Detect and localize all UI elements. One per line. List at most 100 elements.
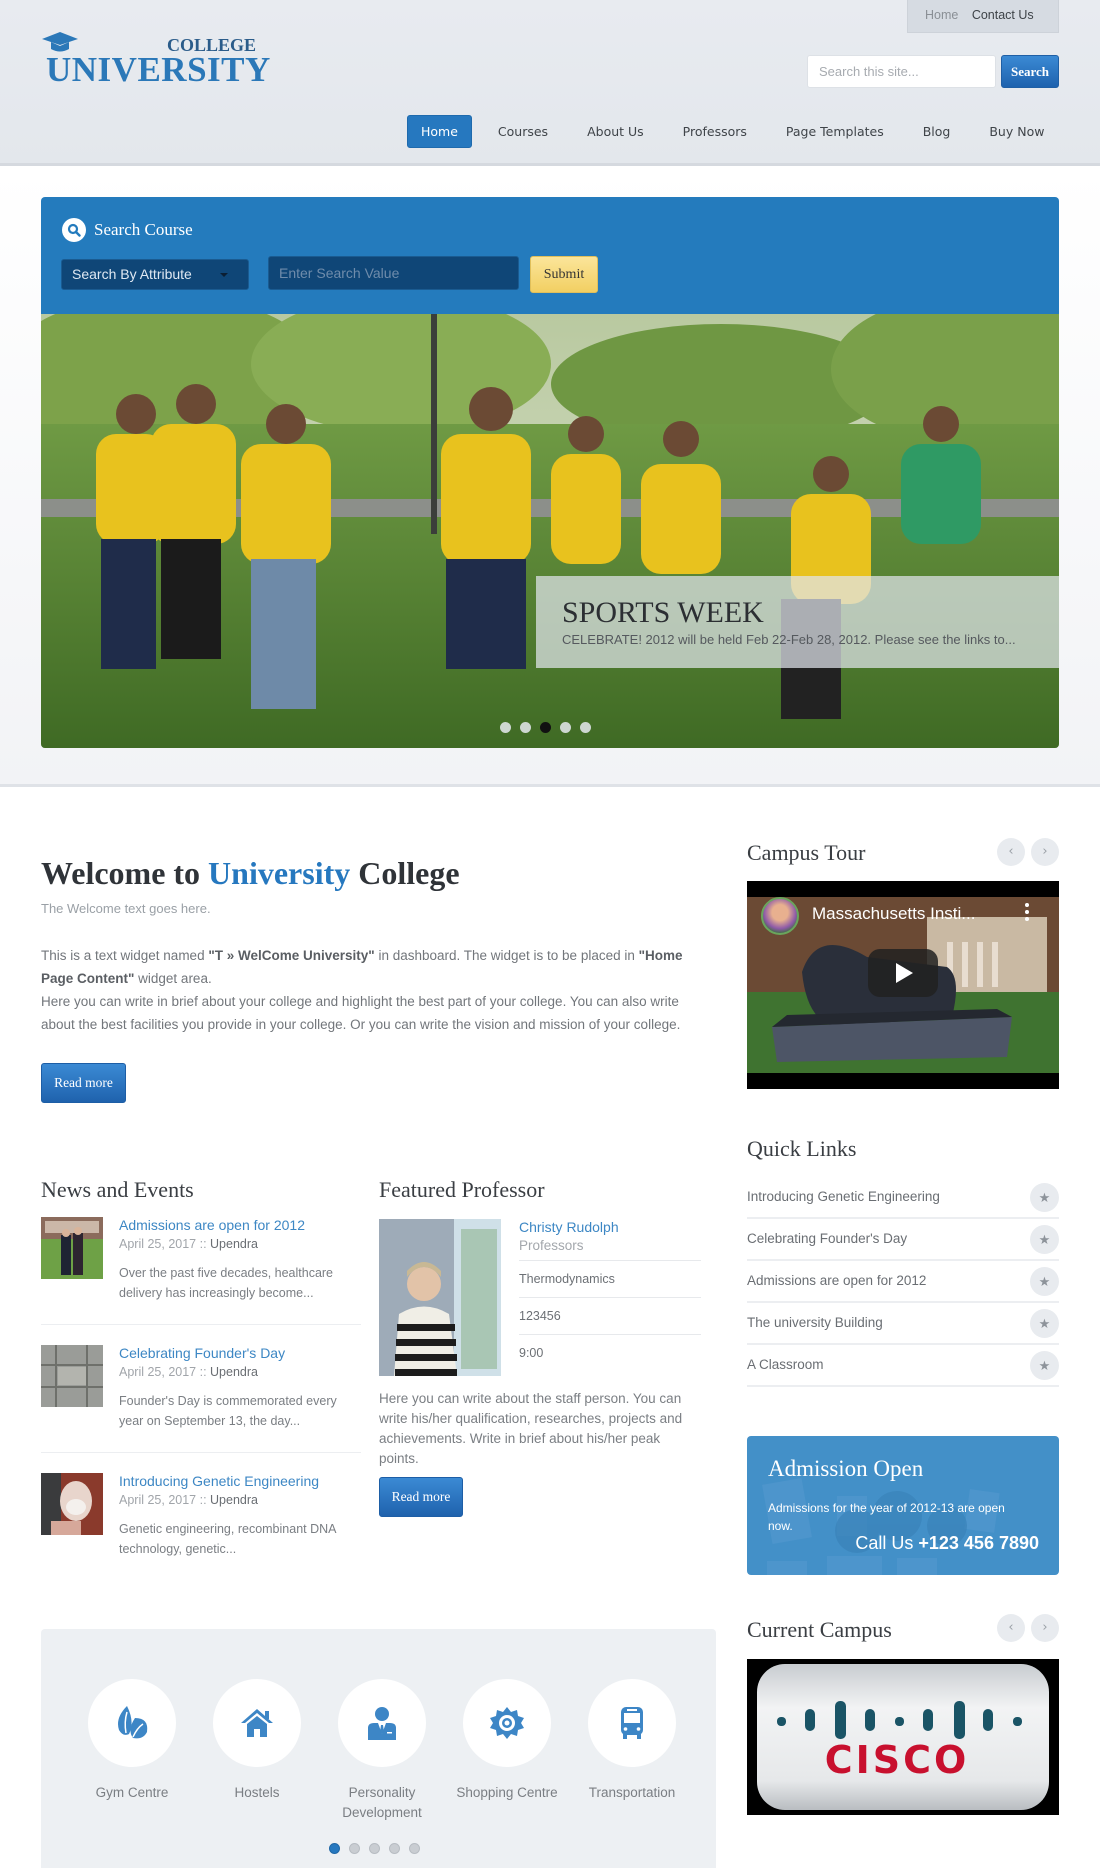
video-title[interactable]: Massachusetts Insti... — [812, 904, 975, 924]
slide-caption-title: SPORTS WEEK — [562, 596, 764, 629]
news-thumbnail[interactable] — [41, 1345, 103, 1407]
course-search-title: Search Course — [94, 220, 193, 239]
quick-link-item[interactable]: Admissions are open for 2012 ★ — [747, 1261, 1059, 1303]
logo-university-text: UNIVERSITY — [46, 50, 271, 89]
top-link-contact-us[interactable]: Contact Us — [972, 8, 1034, 22]
professor-time: 9:00 — [519, 1334, 701, 1371]
news-item-author[interactable]: Upendra — [210, 1237, 258, 1251]
facility-label: Personality Development — [342, 1785, 422, 1820]
campus-tour-nav: ‹ › — [991, 838, 1059, 866]
news-item-date: April 25, 2017 :: — [119, 1493, 211, 1507]
campus-tour-video[interactable]: Massachusetts Insti... — [747, 881, 1059, 1089]
professor-name[interactable]: Christy Rudolph — [519, 1219, 619, 1235]
admission-banner[interactable]: Admission Open Admissions for the year o… — [747, 1436, 1059, 1575]
news-item-author[interactable]: Upendra — [210, 1493, 258, 1507]
quick-link-label[interactable]: Admissions are open for 2012 — [747, 1273, 926, 1288]
site-search-input[interactable] — [807, 55, 996, 88]
welcome-text: widget area. — [134, 971, 212, 986]
nav-page-templates[interactable]: Page Templates — [773, 115, 897, 148]
news-item-title[interactable]: Celebrating Founder's Day — [119, 1345, 285, 1361]
facilities-dot[interactable] — [369, 1843, 380, 1854]
businessman-icon — [368, 1707, 396, 1740]
nav-buy-now[interactable]: Buy Now — [976, 115, 1057, 148]
quick-link-item[interactable]: Introducing Genetic Engineering ★ — [747, 1177, 1059, 1219]
facilities-dot[interactable] — [349, 1843, 360, 1854]
site-search: Search — [807, 55, 1059, 88]
quick-link-item[interactable]: The university Building ★ — [747, 1303, 1059, 1345]
slider-dot-active[interactable] — [540, 722, 551, 733]
divider — [41, 1324, 361, 1325]
slider-dot[interactable] — [500, 722, 511, 733]
admission-phone[interactable]: +123 456 7890 — [918, 1533, 1039, 1553]
welcome-title-post: College — [350, 855, 460, 891]
facilities-dot[interactable] — [409, 1843, 420, 1854]
more-vertical-icon[interactable] — [1025, 903, 1029, 924]
facility-label: Transportation — [588, 1785, 676, 1800]
facilities-dot[interactable] — [389, 1843, 400, 1854]
facility-item[interactable]: Transportation — [572, 1679, 692, 1803]
search-attribute-value: Search By Attribute — [72, 266, 192, 282]
current-campus-image[interactable]: CISCO — [747, 1659, 1059, 1815]
channel-avatar[interactable] — [761, 897, 799, 935]
star-icon: ★ — [1030, 1351, 1059, 1380]
slider-pagination — [500, 722, 600, 733]
slide-caption[interactable]: SPORTS WEEK CELEBRATE! 2012 will be held… — [536, 576, 1059, 668]
news-item-title[interactable]: Admissions are open for 2012 — [119, 1217, 305, 1233]
facility-item[interactable]: Personality Development — [322, 1679, 442, 1823]
chevron-left-icon[interactable]: ‹ — [997, 1614, 1025, 1642]
welcome-read-more-button[interactable]: Read more — [41, 1063, 126, 1103]
facility-item[interactable]: Gym Centre — [72, 1679, 192, 1803]
search-attribute-select[interactable]: Search By Attribute — [61, 259, 249, 290]
welcome-text: This is a text widget named — [41, 948, 209, 963]
top-links: Home Contact Us — [907, 0, 1059, 33]
quick-link-label[interactable]: A Classroom — [747, 1357, 824, 1372]
chevron-right-icon[interactable]: › — [1031, 838, 1059, 866]
slider-dot[interactable] — [520, 722, 531, 733]
welcome-subtitle: The Welcome text goes here. — [41, 901, 211, 916]
play-icon[interactable] — [868, 949, 938, 997]
divider — [41, 1452, 361, 1453]
quick-link-label[interactable]: Celebrating Founder's Day — [747, 1231, 907, 1246]
chevron-right-icon[interactable]: › — [1031, 1614, 1059, 1642]
nav-professors[interactable]: Professors — [670, 115, 760, 148]
quick-link-label[interactable]: Introducing Genetic Engineering — [747, 1189, 940, 1204]
slider-dot[interactable] — [560, 722, 571, 733]
sun-gear-icon — [490, 1707, 524, 1739]
top-link-home[interactable]: Home — [925, 8, 958, 22]
news-thumbnail[interactable] — [41, 1217, 103, 1279]
facility-icon-circle — [338, 1679, 426, 1767]
professor-read-more-button[interactable]: Read more — [379, 1477, 463, 1517]
facilities-dot-active[interactable] — [329, 1843, 340, 1854]
site-search-button[interactable]: Search — [1001, 55, 1059, 88]
quick-link-item[interactable]: Celebrating Founder's Day ★ — [747, 1219, 1059, 1261]
course-search-submit-button[interactable]: Submit — [530, 256, 598, 293]
news-thumbnail[interactable] — [41, 1473, 103, 1535]
news-item-date: April 25, 2017 :: — [119, 1237, 211, 1251]
professor-photo[interactable] — [379, 1219, 501, 1376]
facility-item[interactable]: Hostels — [197, 1679, 317, 1803]
nav-home[interactable]: Home — [407, 115, 472, 148]
professor-section-title: Featured Professor — [379, 1177, 545, 1202]
course-search-heading: Search Course — [62, 217, 193, 243]
star-icon: ★ — [1030, 1267, 1059, 1296]
search-value-input[interactable] — [268, 256, 519, 290]
current-campus-nav: ‹ › — [991, 1614, 1059, 1642]
news-item-author[interactable]: Upendra — [210, 1365, 258, 1379]
news-item-title[interactable]: Introducing Genetic Engineering — [119, 1473, 319, 1489]
chevron-left-icon[interactable]: ‹ — [997, 838, 1025, 866]
professor-description: Here you can write about the staff perso… — [379, 1391, 683, 1466]
facility-item[interactable]: Shopping Centre — [447, 1679, 567, 1803]
nav-about-us[interactable]: About Us — [574, 115, 657, 148]
star-icon: ★ — [1030, 1183, 1059, 1212]
hero-slider[interactable]: SPORTS WEEK CELEBRATE! 2012 will be held… — [41, 314, 1059, 748]
welcome-title: Welcome to University College — [41, 855, 460, 892]
slider-dot[interactable] — [580, 722, 591, 733]
quick-link-label[interactable]: The university Building — [747, 1315, 883, 1330]
nav-blog[interactable]: Blog — [910, 115, 964, 148]
quick-link-item[interactable]: A Classroom ★ — [747, 1345, 1059, 1387]
facility-icon-circle — [463, 1679, 551, 1767]
welcome-title-highlight: University — [208, 855, 351, 891]
nav-courses[interactable]: Courses — [485, 115, 561, 148]
site-logo[interactable]: COLLEGE UNIVERSITY — [40, 30, 270, 90]
facilities-pagination — [329, 1843, 429, 1854]
